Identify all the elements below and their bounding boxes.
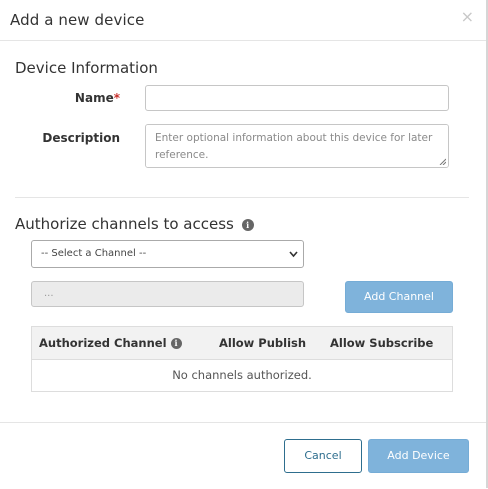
name-label-text: Name (74, 91, 114, 105)
header-allow-subscribe: Allow Subscribe (330, 336, 434, 350)
header-allow-publish: Allow Publish (219, 336, 307, 350)
channel-name-input-value: ... (44, 288, 54, 299)
info-icon[interactable]: i (241, 218, 254, 231)
header-authorized-channel-text: Authorized Channel (39, 336, 167, 350)
description-label: Description (42, 131, 120, 145)
chevron-down-icon (289, 251, 298, 258)
channel-select-value: -- Select a Channel -- (41, 248, 147, 259)
modal-title: Add a new device (10, 11, 145, 29)
authorize-channels-heading: Authorize channels to access i (15, 215, 254, 233)
section-divider (15, 197, 469, 198)
authorized-channels-table: Authorized Channel i Allow Publish Allow… (31, 326, 453, 392)
add-device-button[interactable]: Add Device (368, 439, 469, 473)
close-icon[interactable]: × (461, 9, 474, 25)
required-marker: * (113, 91, 120, 105)
description-textarea[interactable] (145, 124, 449, 168)
cancel-button[interactable]: Cancel (284, 439, 362, 473)
modal-footer: Cancel Add Device (0, 422, 486, 489)
add-channel-button[interactable]: Add Channel (345, 281, 453, 313)
channel-name-input: ... (31, 281, 304, 307)
empty-table-message: No channels authorized. (172, 368, 312, 382)
add-device-modal: Add a new device × Device Information Na… (0, 0, 488, 488)
name-input[interactable] (145, 85, 449, 111)
device-information-heading: Device Information (15, 59, 158, 77)
channel-select[interactable]: -- Select a Channel -- (31, 240, 304, 268)
modal-header: Add a new device × (0, 0, 486, 41)
header-authorized-channel: Authorized Channel i (39, 336, 182, 350)
authorize-channels-heading-text: Authorize channels to access (15, 215, 234, 233)
info-icon[interactable]: i (170, 338, 182, 349)
table-header-row: Authorized Channel i Allow Publish Allow… (32, 327, 452, 360)
name-label: Name* (60, 91, 120, 105)
resize-grip-icon[interactable] (439, 158, 446, 165)
